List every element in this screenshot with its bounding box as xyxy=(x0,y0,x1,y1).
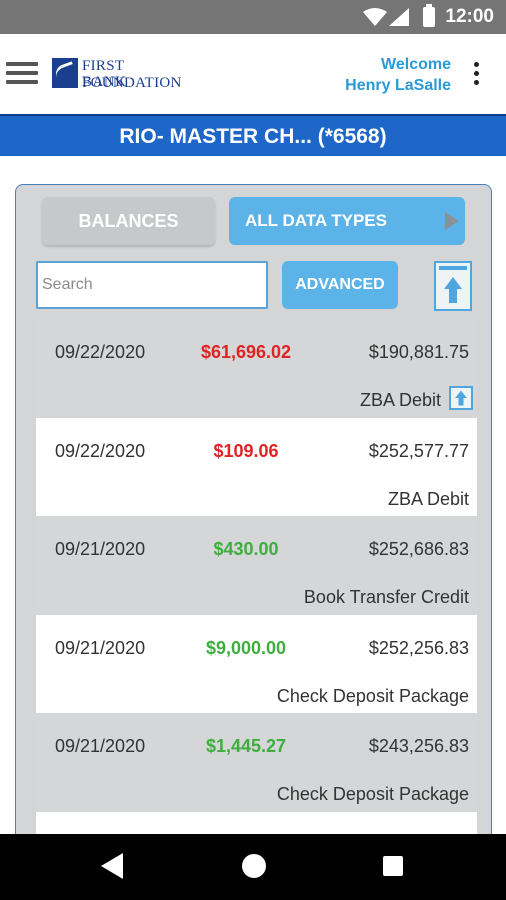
balances-button[interactable]: BALANCES xyxy=(42,197,215,245)
more-options-icon[interactable] xyxy=(474,62,480,86)
arrow-up-icon[interactable] xyxy=(449,386,473,410)
wifi-icon xyxy=(363,8,387,26)
transaction-date: 09/22/2020 xyxy=(55,440,146,461)
signal-icon xyxy=(389,8,409,26)
transaction-balance: $252,686.83 xyxy=(368,539,469,559)
transaction-date: 09/21/2020 xyxy=(55,539,146,559)
status-time: 12:00 xyxy=(445,6,494,27)
data-types-label: ALL DATA TYPES xyxy=(245,211,387,230)
search-input[interactable] xyxy=(36,261,268,309)
transaction-row[interactable]: 09/21/2020 $1,445.27 $243,256.83 Check D… xyxy=(36,713,477,812)
transaction-row[interactable]: 09/21/2020 $9,000.00 $252,256.83 Check D… xyxy=(36,615,477,714)
welcome-label: Welcome xyxy=(381,56,451,73)
transaction-description: Check Deposit Package xyxy=(276,685,469,706)
battery-icon xyxy=(423,4,435,27)
transaction-balance: $243,256.83 xyxy=(368,736,469,756)
welcome-block: Welcome Henry LaSalle xyxy=(345,54,451,96)
logo-name-line2: BANK xyxy=(82,74,127,90)
transaction-amount: $430.00 xyxy=(213,539,279,559)
transaction-row[interactable]: 09/22/2020 $109.06 $252,577.77 ZBA Debit xyxy=(36,418,477,517)
home-icon[interactable] xyxy=(242,854,266,878)
back-icon[interactable] xyxy=(101,853,123,879)
transaction-row[interactable]: 09/21/2020 $430.00 $252,686.83 Book Tran… xyxy=(36,516,477,615)
transaction-amount: $9,000.00 xyxy=(205,637,287,658)
data-types-button[interactable]: ALL DATA TYPES xyxy=(229,197,465,245)
transaction-description: Check Deposit Package xyxy=(276,784,469,804)
transaction-date: 09/21/2020 xyxy=(55,736,146,756)
transaction-date: 09/21/2020 xyxy=(55,637,146,658)
transaction-date: 09/22/2020 xyxy=(55,342,146,362)
advanced-button[interactable]: ADVANCED xyxy=(282,261,398,309)
logo-mark-icon xyxy=(52,58,78,88)
transaction-amount: $61,696.02 xyxy=(200,342,292,362)
transaction-amount: $1,445.27 xyxy=(205,736,287,756)
transactions-panel: BALANCES ALL DATA TYPES ADVANCED 09/22/2… xyxy=(15,184,492,845)
recent-apps-icon[interactable] xyxy=(383,856,403,876)
caret-right-icon xyxy=(445,212,459,230)
transaction-balance: $252,577.77 xyxy=(368,440,469,461)
account-title[interactable]: RIO- MASTER CH... (*6568) xyxy=(0,114,506,156)
status-bar: 12:00 xyxy=(0,0,506,34)
transaction-description: ZBA Debit xyxy=(387,488,469,509)
transaction-description: Book Transfer Credit xyxy=(303,587,469,607)
arrow-up-icon xyxy=(444,277,462,303)
transaction-balance: $252,256.83 xyxy=(368,637,469,658)
user-name: Henry LaSalle xyxy=(345,77,451,94)
transaction-description: ZBA Debit xyxy=(359,390,441,410)
system-nav-bar xyxy=(0,834,506,900)
transaction-balance: $190,881.75 xyxy=(368,342,469,362)
scroll-to-top-button[interactable] xyxy=(434,261,472,311)
menu-icon[interactable] xyxy=(6,62,38,84)
bank-logo: FIRST FOUNDATION BANK xyxy=(52,56,217,92)
app-header: FIRST FOUNDATION BANK Welcome Henry LaSa… xyxy=(0,34,506,114)
transaction-amount: $109.06 xyxy=(213,440,279,461)
transaction-row[interactable]: 09/22/2020 $61,696.02 $190,881.75 ZBA De… xyxy=(36,319,477,418)
transaction-list[interactable]: 09/22/2020 $61,696.02 $190,881.75 ZBA De… xyxy=(36,319,477,845)
